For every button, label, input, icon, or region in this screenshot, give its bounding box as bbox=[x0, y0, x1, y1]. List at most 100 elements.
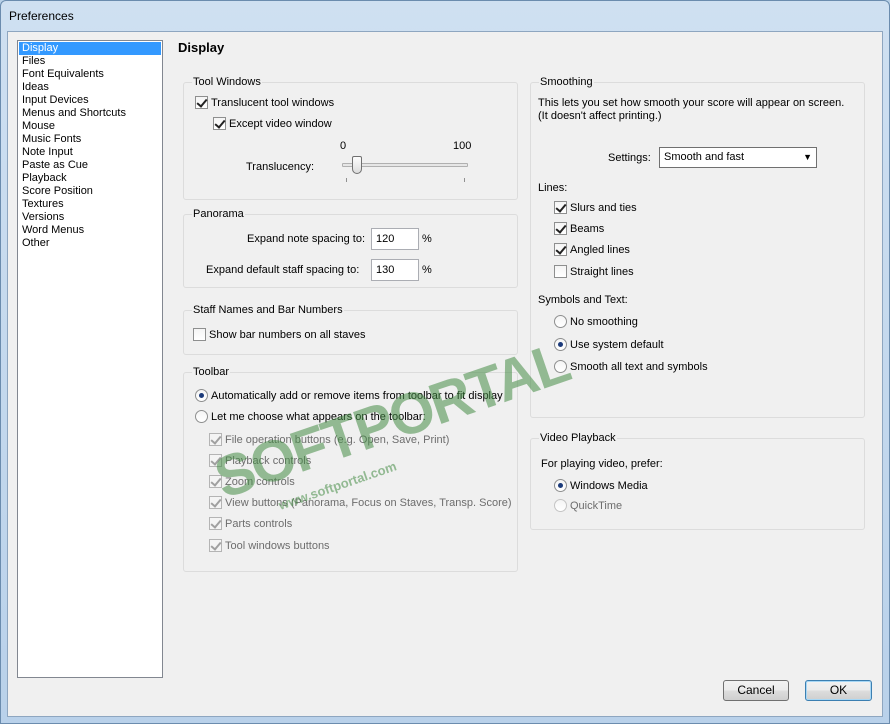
radio-button[interactable] bbox=[554, 338, 567, 351]
smoothing-description-line1: This lets you set how smooth your score … bbox=[538, 97, 845, 109]
note-spacing-label: Expand note spacing to: bbox=[247, 233, 366, 245]
category-item-display[interactable]: Display bbox=[19, 42, 161, 55]
toolbar-item-label: Parts controls bbox=[225, 517, 293, 530]
category-item-font-equivalents[interactable]: Font Equivalents bbox=[19, 68, 161, 81]
window-title: Preferences bbox=[9, 9, 74, 23]
smooth-all-text-label: Smooth all text and symbols bbox=[570, 360, 708, 373]
quicktime-label: QuickTime bbox=[570, 499, 623, 512]
choose-toolbar-radio[interactable]: Let me choose what appears on the toolba… bbox=[195, 410, 426, 423]
category-item-versions[interactable]: Versions bbox=[19, 211, 161, 224]
slider-max-label: 100 bbox=[453, 140, 472, 152]
slider-min-label: 0 bbox=[340, 140, 347, 152]
radio-button[interactable] bbox=[195, 410, 208, 423]
radio-button bbox=[554, 499, 567, 512]
tool-windows-group-title: Tool Windows bbox=[192, 76, 262, 88]
dialog-client-area: Display Files Font Equivalents Ideas Inp… bbox=[7, 31, 883, 717]
translucency-label: Translucency: bbox=[246, 161, 315, 173]
staff-spacing-input[interactable]: 130 bbox=[371, 259, 419, 281]
category-item-menus-and-shortcuts[interactable]: Menus and Shortcuts bbox=[19, 107, 161, 120]
settings-dropdown[interactable]: Smooth and fast ▼ bbox=[659, 147, 817, 168]
staff-names-group: Staff Names and Bar Numbers Show bar num… bbox=[183, 304, 518, 355]
toolbar-item-label: Playback controls bbox=[225, 454, 312, 467]
checkbox-box[interactable] bbox=[195, 96, 208, 109]
toolbar-group-title: Toolbar bbox=[192, 366, 231, 378]
video-playback-group-title: Video Playback bbox=[539, 432, 617, 444]
category-item-other[interactable]: Other bbox=[19, 237, 161, 250]
auto-toolbar-radio[interactable]: Automatically add or remove items from t… bbox=[195, 389, 503, 402]
toolbar-item-label: View buttons (Panorama, Focus on Staves,… bbox=[225, 496, 512, 509]
settings-dropdown-value: Smooth and fast bbox=[664, 151, 745, 163]
smoothing-description-line2: (It doesn't affect printing.) bbox=[538, 110, 662, 122]
settings-label: Settings: bbox=[608, 152, 651, 164]
category-item-mouse[interactable]: Mouse bbox=[19, 120, 161, 133]
auto-toolbar-label: Automatically add or remove items from t… bbox=[211, 389, 503, 402]
radio-button[interactable] bbox=[554, 315, 567, 328]
toolbar-group: Toolbar Automatically add or remove item… bbox=[183, 366, 518, 572]
checkbox-box bbox=[209, 433, 222, 446]
panorama-group: Panorama Expand note spacing to: 120 % E… bbox=[183, 208, 518, 288]
checkbox-box[interactable] bbox=[554, 265, 567, 278]
prefer-label: For playing video, prefer: bbox=[541, 458, 663, 470]
straight-lines-label: Straight lines bbox=[570, 265, 634, 278]
cancel-button[interactable]: Cancel bbox=[723, 680, 789, 701]
category-list[interactable]: Display Files Font Equivalents Ideas Inp… bbox=[17, 40, 163, 678]
beams-label: Beams bbox=[570, 222, 605, 235]
staff-names-group-title: Staff Names and Bar Numbers bbox=[192, 304, 344, 316]
category-item-textures[interactable]: Textures bbox=[19, 198, 161, 211]
translucent-tool-windows-checkbox[interactable]: Translucent tool windows bbox=[195, 96, 334, 109]
category-item-ideas[interactable]: Ideas bbox=[19, 81, 161, 94]
category-item-input-devices[interactable]: Input Devices bbox=[19, 94, 161, 107]
checkbox-box[interactable] bbox=[193, 328, 206, 341]
angled-lines-label: Angled lines bbox=[570, 243, 630, 256]
quicktime-radio: QuickTime bbox=[554, 499, 622, 512]
checkbox-box bbox=[209, 539, 222, 552]
panorama-group-title: Panorama bbox=[192, 208, 245, 220]
checkbox-box[interactable] bbox=[213, 117, 226, 130]
category-item-playback[interactable]: Playback bbox=[19, 172, 161, 185]
checkbox-box[interactable] bbox=[554, 201, 567, 214]
chevron-down-icon: ▼ bbox=[803, 152, 812, 162]
translucency-slider-thumb[interactable] bbox=[352, 156, 362, 174]
angled-lines-checkbox[interactable]: Angled lines bbox=[554, 243, 630, 256]
checkbox-box[interactable] bbox=[554, 243, 567, 256]
slurs-and-ties-checkbox[interactable]: Slurs and ties bbox=[554, 201, 637, 214]
show-bar-numbers-checkbox[interactable]: Show bar numbers on all staves bbox=[193, 328, 366, 341]
radio-button[interactable] bbox=[554, 479, 567, 492]
note-spacing-input[interactable]: 120 bbox=[371, 228, 419, 250]
staff-spacing-label: Expand default staff spacing to: bbox=[206, 264, 360, 276]
except-video-window-label: Except video window bbox=[229, 117, 332, 130]
staff-spacing-unit: % bbox=[422, 264, 432, 276]
checkbox-box bbox=[209, 475, 222, 488]
radio-button[interactable] bbox=[554, 360, 567, 373]
category-item-note-input[interactable]: Note Input bbox=[19, 146, 161, 159]
checkbox-box[interactable] bbox=[554, 222, 567, 235]
category-item-files[interactable]: Files bbox=[19, 55, 161, 68]
category-item-music-fonts[interactable]: Music Fonts bbox=[19, 133, 161, 146]
title-bar[interactable]: Preferences bbox=[1, 1, 889, 31]
radio-button[interactable] bbox=[195, 389, 208, 402]
checkbox-box bbox=[209, 454, 222, 467]
toolbar-item-label: Zoom controls bbox=[225, 475, 295, 488]
beams-checkbox[interactable]: Beams bbox=[554, 222, 604, 235]
straight-lines-checkbox[interactable]: Straight lines bbox=[554, 265, 634, 278]
no-smoothing-radio[interactable]: No smoothing bbox=[554, 315, 638, 328]
slider-tick bbox=[346, 178, 347, 182]
category-item-word-menus[interactable]: Word Menus bbox=[19, 224, 161, 237]
use-system-default-radio[interactable]: Use system default bbox=[554, 338, 664, 351]
note-spacing-unit: % bbox=[422, 233, 432, 245]
symbols-and-text-label: Symbols and Text: bbox=[538, 294, 628, 306]
page-title: Display bbox=[178, 40, 225, 55]
smoothing-group-title: Smoothing bbox=[539, 76, 594, 88]
smooth-all-text-radio[interactable]: Smooth all text and symbols bbox=[554, 360, 708, 373]
category-item-paste-as-cue[interactable]: Paste as Cue bbox=[19, 159, 161, 172]
except-video-window-checkbox[interactable]: Except video window bbox=[213, 117, 332, 130]
category-item-score-position[interactable]: Score Position bbox=[19, 185, 161, 198]
toolbar-item-parts-controls: Parts controls bbox=[209, 517, 292, 530]
slurs-and-ties-label: Slurs and ties bbox=[570, 201, 637, 214]
ok-button[interactable]: OK bbox=[805, 680, 872, 701]
use-system-default-label: Use system default bbox=[570, 338, 664, 351]
toolbar-item-playback: Playback controls bbox=[209, 454, 311, 467]
tool-windows-group: Tool Windows Translucent tool windows Ex… bbox=[183, 76, 518, 200]
preferences-window: Preferences Display Files Font Equivalen… bbox=[0, 0, 890, 724]
windows-media-radio[interactable]: Windows Media bbox=[554, 479, 648, 492]
